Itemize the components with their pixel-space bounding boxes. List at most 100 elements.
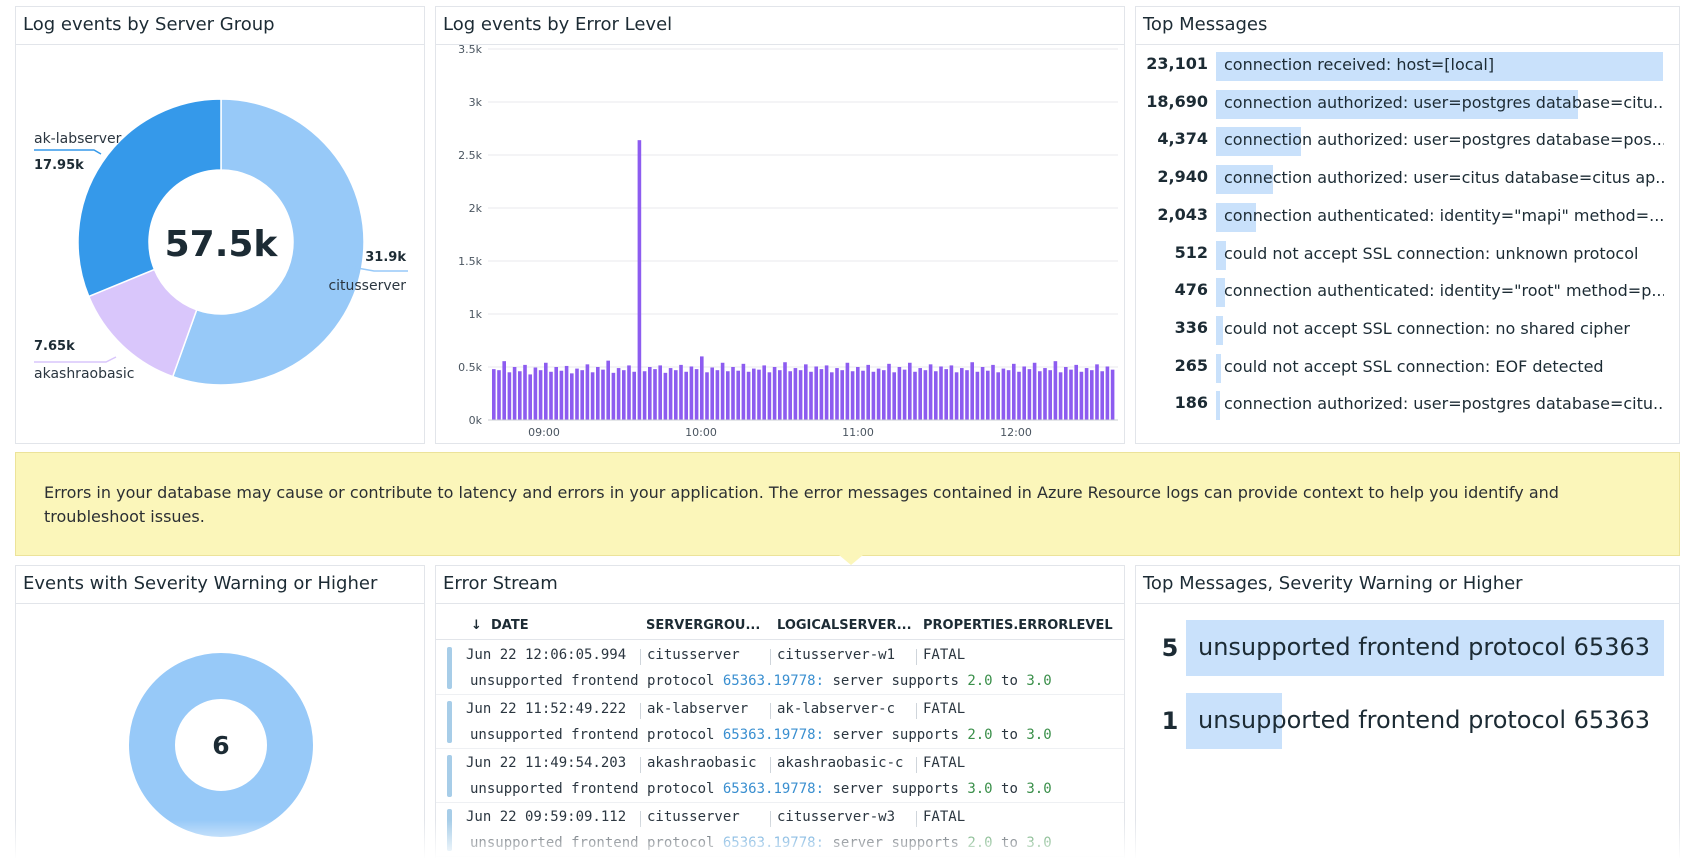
error-stream-row[interactable]: Jun 22 11:52:49.222ak-labserverak-labser… <box>436 695 1124 749</box>
error-level-bar[interactable] <box>1100 371 1104 420</box>
error-level-bar[interactable] <box>690 366 694 420</box>
top-message-row[interactable]: 2,043connection authenticated: identity=… <box>1136 200 1679 232</box>
error-level-bar[interactable] <box>814 366 818 420</box>
error-level-bar[interactable] <box>846 363 850 420</box>
error-level-bar[interactable] <box>788 371 792 420</box>
error-level-bar[interactable] <box>830 372 834 420</box>
error-level-bar[interactable] <box>762 365 766 420</box>
error-level-bar[interactable] <box>1007 370 1011 420</box>
error-level-bar[interactable] <box>544 363 548 420</box>
column-errorlevel[interactable]: PROPERTIES.ERRORLEVEL <box>923 618 1113 633</box>
error-level-bar[interactable] <box>596 367 600 420</box>
error-level-bar[interactable] <box>643 371 647 420</box>
error-level-bar[interactable] <box>1106 366 1110 420</box>
error-level-bar[interactable] <box>679 365 683 420</box>
error-level-bar[interactable] <box>606 361 610 420</box>
error-level-bar[interactable] <box>731 367 735 420</box>
error-level-bar[interactable] <box>586 364 590 420</box>
error-level-bar[interactable] <box>658 365 662 420</box>
error-level-bar[interactable] <box>705 372 709 420</box>
error-level-bar[interactable] <box>1085 368 1089 420</box>
error-level-bar[interactable] <box>502 361 506 420</box>
top-message-row[interactable]: 336could not accept SSL connection: no s… <box>1136 313 1679 345</box>
donut-slice-ak-labserver[interactable] <box>78 99 221 296</box>
top-message-row[interactable]: 186connection authorized: user=postgres … <box>1136 388 1679 420</box>
error-level-bar[interactable] <box>924 370 928 420</box>
error-level-bar[interactable] <box>991 365 995 420</box>
error-level-bar[interactable] <box>632 372 636 420</box>
error-level-bar[interactable] <box>882 370 886 420</box>
error-level-bar[interactable] <box>861 371 865 420</box>
error-level-bar[interactable] <box>840 370 844 420</box>
error-level-bar[interactable] <box>497 370 501 420</box>
error-level-bar[interactable] <box>1059 372 1063 420</box>
error-level-bar[interactable] <box>778 370 782 420</box>
error-level-bar[interactable] <box>1033 363 1037 420</box>
error-level-bar[interactable] <box>866 365 870 420</box>
error-level-bar[interactable] <box>736 371 740 420</box>
error-stream-row[interactable]: Jun 22 11:49:54.203akashraobasicakashrao… <box>436 749 1124 803</box>
error-level-bar[interactable] <box>508 372 512 420</box>
top-message-row[interactable]: 2,940connection authorized: user=citus d… <box>1136 162 1679 194</box>
error-level-bar[interactable] <box>955 372 959 420</box>
error-level-bar[interactable] <box>1038 371 1042 420</box>
error-level-bar[interactable] <box>747 372 751 420</box>
error-level-bar[interactable] <box>1074 365 1078 420</box>
error-level-bar[interactable] <box>565 366 569 420</box>
error-level-bar[interactable] <box>601 370 605 420</box>
error-level-bar[interactable] <box>950 365 954 420</box>
error-level-bar[interactable] <box>820 369 824 420</box>
error-level-bar[interactable] <box>908 363 912 420</box>
error-level-bar[interactable] <box>575 369 579 420</box>
error-level-bar[interactable] <box>710 368 714 420</box>
error-level-bar[interactable] <box>653 369 657 420</box>
severity-message-row[interactable]: 1unsupported frontend protocol 65363.... <box>1136 693 1679 749</box>
error-level-bar[interactable] <box>721 363 725 420</box>
error-level-bar[interactable] <box>622 370 626 420</box>
error-level-bar[interactable] <box>492 369 496 420</box>
error-level-bar[interactable] <box>518 371 522 420</box>
error-level-bar[interactable] <box>1022 366 1026 420</box>
error-level-bar[interactable] <box>783 362 787 420</box>
error-level-bar[interactable] <box>996 372 1000 420</box>
error-level-bar[interactable] <box>638 140 642 420</box>
error-level-bar[interactable] <box>627 365 631 420</box>
error-level-bar[interactable] <box>1043 368 1047 420</box>
error-level-bar[interactable] <box>872 372 876 420</box>
error-level-bar[interactable] <box>768 372 772 420</box>
error-level-bar[interactable] <box>773 367 777 420</box>
error-level-bar[interactable] <box>877 369 881 420</box>
error-level-bar[interactable] <box>794 368 798 420</box>
error-level-bar[interactable] <box>1090 370 1094 420</box>
column-servergroup[interactable]: SERVERGROU... <box>646 618 760 633</box>
severity-message-row[interactable]: 5unsupported frontend protocol 65363.... <box>1136 620 1679 676</box>
error-level-bar[interactable] <box>752 369 756 420</box>
error-level-bar[interactable] <box>892 372 896 420</box>
error-level-bar[interactable] <box>851 371 855 420</box>
error-level-bar[interactable] <box>799 370 803 420</box>
top-message-row[interactable]: 23,101connection received: host=[local] <box>1136 49 1679 81</box>
error-level-bar[interactable] <box>617 368 621 420</box>
error-level-bar[interactable] <box>669 368 673 420</box>
top-message-row[interactable]: 265could not accept SSL connection: EOF … <box>1136 351 1679 383</box>
error-level-bar[interactable] <box>523 365 527 420</box>
error-level-bar[interactable] <box>929 364 933 420</box>
error-level-bar[interactable] <box>549 372 553 420</box>
column-logicalserver[interactable]: LOGICALSERVER... <box>777 618 912 633</box>
error-level-bar[interactable] <box>976 372 980 420</box>
error-level-bar[interactable] <box>539 370 543 420</box>
error-level-bar[interactable] <box>960 368 964 420</box>
error-level-bar[interactable] <box>856 367 860 420</box>
sort-arrow-icon[interactable]: ↓ <box>471 618 482 633</box>
error-level-bar[interactable] <box>1111 370 1115 420</box>
error-level-bar[interactable] <box>970 362 974 420</box>
error-level-bar[interactable] <box>1048 370 1052 420</box>
top-message-row[interactable]: 4,374connection authorized: user=postgre… <box>1136 124 1679 156</box>
error-level-bar[interactable] <box>809 372 813 420</box>
error-level-bar[interactable] <box>1080 372 1084 420</box>
error-level-bar[interactable] <box>981 367 985 420</box>
error-level-bar[interactable] <box>757 370 761 420</box>
error-level-bar[interactable] <box>939 366 943 420</box>
error-level-bar[interactable] <box>674 370 678 420</box>
error-level-bar[interactable] <box>664 373 668 420</box>
